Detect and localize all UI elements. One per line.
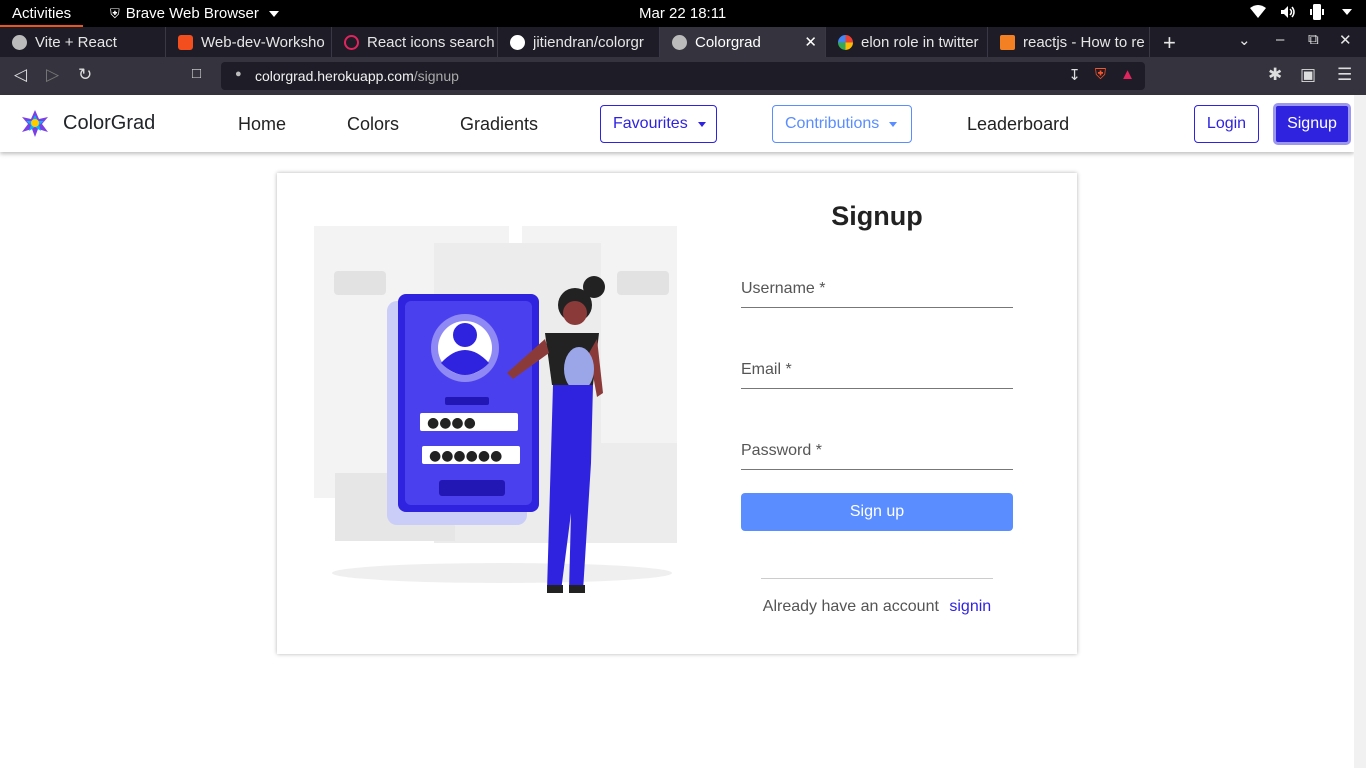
app-menu-label: Brave Web Browser (125, 5, 259, 22)
caret-down-icon (697, 121, 706, 127)
colorgrad-logo-icon[interactable] (20, 108, 50, 138)
contributions-dropdown[interactable]: Contributions (772, 105, 912, 143)
forward-button[interactable]: ▷ (46, 65, 59, 85)
tab-label: Vite + React (35, 33, 117, 51)
bookmark-icon[interactable]: □ (192, 65, 201, 82)
form-title: Signup (831, 201, 923, 231)
signup-nav-button[interactable]: Signup (1273, 103, 1351, 145)
system-tray[interactable] (1250, 4, 1352, 20)
nav-colors[interactable]: Colors (347, 114, 399, 135)
tab-stackoverflow[interactable]: reactjs - How to re (988, 27, 1150, 57)
signin-link[interactable]: signin (949, 598, 991, 615)
signin-prompt: Already have an account signin (741, 598, 1013, 616)
tab-vite-react[interactable]: Vite + React (0, 27, 166, 57)
tab-label: React icons search (367, 33, 495, 51)
url-path: /signup (413, 68, 459, 84)
reload-button[interactable]: ↻ (78, 65, 92, 85)
tray-menu-icon (1342, 9, 1352, 15)
tab-colorgrad[interactable]: Colorgrad ✕ (660, 27, 826, 57)
password-field[interactable] (741, 442, 1013, 470)
tab-label: elon role in twitter (861, 33, 979, 51)
nav-home[interactable]: Home (238, 114, 286, 135)
maximize-button[interactable]: ⧉ (1308, 31, 1319, 48)
github-icon (510, 34, 525, 50)
contributions-label: Contributions (785, 115, 880, 132)
site-navbar: ColorGrad Home Colors Gradients Favourit… (0, 95, 1354, 152)
lock-icon: ● (235, 68, 242, 80)
tab-github-repo[interactable]: jitiendran/colorgr (498, 27, 660, 57)
tab-label: reactjs - How to re (1023, 33, 1145, 51)
favourites-label: Favourites (613, 115, 688, 132)
wifi-icon (1250, 5, 1266, 18)
window-close-button[interactable]: ✕ (1339, 31, 1352, 49)
signup-card: ●●●● ●●●●●● Signup Sign up Already have … (277, 173, 1077, 654)
svg-text:●●●●: ●●●● (427, 415, 476, 431)
tab-label: Web-dev-Worksho (201, 33, 325, 51)
caret-down-icon (889, 121, 898, 127)
browser-toolbar: ◁ ▷ ↻ □ ● colorgrad.herokuapp.com/signup… (0, 57, 1366, 95)
scrollbar[interactable] (1354, 95, 1366, 768)
back-button[interactable]: ◁ (14, 65, 27, 85)
tab-web-dev-workshop[interactable]: Web-dev-Worksho (166, 27, 332, 57)
tab-label: jitiendran/colorgr (533, 33, 644, 51)
app-menu[interactable]: ⛨ Brave Web Browser (110, 5, 279, 22)
install-app-icon[interactable]: ↧ (1068, 66, 1081, 84)
clock[interactable]: Mar 22 18:11 (639, 5, 726, 22)
stackoverflow-icon (1000, 34, 1015, 50)
already-account-text: Already have an account (762, 598, 939, 615)
brave-icon: ⛨ (110, 5, 120, 21)
favourites-dropdown[interactable]: Favourites (600, 105, 717, 143)
os-top-bar: Activities ⛨ Brave Web Browser Mar 22 18… (0, 0, 1366, 27)
tab-list-button[interactable]: ⌄ (1238, 31, 1251, 49)
signup-illustration: ●●●● ●●●●●● (314, 226, 677, 593)
tab-react-icons[interactable]: React icons search (332, 27, 498, 57)
email-field[interactable] (741, 361, 1013, 389)
google-icon (838, 34, 853, 50)
globe-icon (12, 34, 27, 50)
extensions-icon[interactable]: ✱ (1268, 65, 1282, 85)
volume-icon (1281, 6, 1295, 18)
nav-leaderboard[interactable]: Leaderboard (967, 114, 1069, 135)
browser-tab-bar: Vite + React Web-dev-Worksho React icons… (0, 27, 1366, 57)
close-icon[interactable]: ✕ (804, 33, 817, 51)
brave-rewards-icon[interactable]: ▲ (1120, 66, 1135, 84)
chevron-down-icon (268, 10, 279, 17)
username-field[interactable] (741, 280, 1013, 308)
divider (761, 578, 993, 579)
wallet-icon[interactable]: ▣ (1300, 65, 1316, 85)
signup-submit-button[interactable]: Sign up (741, 493, 1013, 531)
tab-google-search[interactable]: elon role in twitter (826, 27, 988, 57)
tab-label: Colorgrad (695, 33, 761, 51)
url-host: colorgrad.herokuapp.com (255, 68, 414, 84)
login-button[interactable]: Login (1194, 105, 1259, 143)
email-input[interactable] (741, 361, 1013, 379)
brave-shields-icon[interactable]: ⛨ (1095, 66, 1106, 84)
phone-icon (1310, 4, 1324, 20)
minimize-button[interactable]: – (1276, 31, 1284, 48)
activities-button[interactable]: Activities (0, 0, 84, 27)
username-input[interactable] (741, 280, 1013, 298)
svg-text:●●●●●●: ●●●●●● (429, 448, 502, 464)
react-icon (344, 34, 359, 50)
brand-name[interactable]: ColorGrad (63, 112, 155, 135)
globe-icon (672, 34, 687, 50)
nav-gradients[interactable]: Gradients (460, 114, 538, 135)
new-tab-button[interactable]: + (1163, 30, 1176, 56)
password-input[interactable] (741, 442, 1013, 460)
figma-icon (178, 34, 193, 50)
address-bar[interactable]: ● colorgrad.herokuapp.com/signup ↧ ⛨ ▲ (221, 62, 1145, 90)
menu-icon[interactable]: ☰ (1337, 65, 1352, 85)
